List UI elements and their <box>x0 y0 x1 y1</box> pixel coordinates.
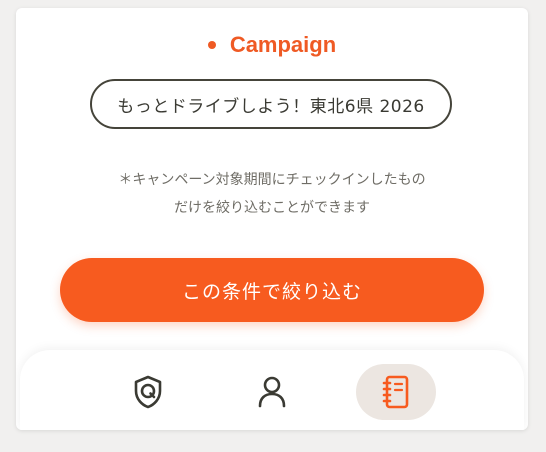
section-header: Campaign <box>16 32 528 58</box>
nav-item-profile[interactable] <box>232 364 312 420</box>
bottom-nav <box>20 350 524 430</box>
campaign-filter-chip-label: もっとドライブしよう！東北6県 2026 <box>117 96 425 117</box>
nav-item-shield[interactable] <box>108 364 188 420</box>
bullet-dot-icon <box>207 41 216 49</box>
section-title: Campaign <box>229 32 337 57</box>
person-icon <box>258 376 286 408</box>
shield-q-icon <box>134 375 162 409</box>
campaign-note-line-2: だけを絞り込むことができます <box>174 200 370 216</box>
apply-filter-button[interactable]: この条件で絞り込む <box>60 258 484 322</box>
notebook-icon <box>382 375 409 409</box>
campaign-filter-chip[interactable]: もっとドライブしよう！東北6県 2026 <box>90 79 452 129</box>
filter-panel: Campaign もっとドライブしよう！東北6県 2026 ＊キャンペーン対象期… <box>16 8 528 430</box>
nav-item-notebook[interactable] <box>356 364 436 420</box>
campaign-note-line-1: ＊キャンペーン対象期間にチェックインしたもの <box>118 172 426 188</box>
campaign-note: ＊キャンペーン対象期間にチェックインしたもの だけを絞り込むことができます <box>72 166 472 222</box>
